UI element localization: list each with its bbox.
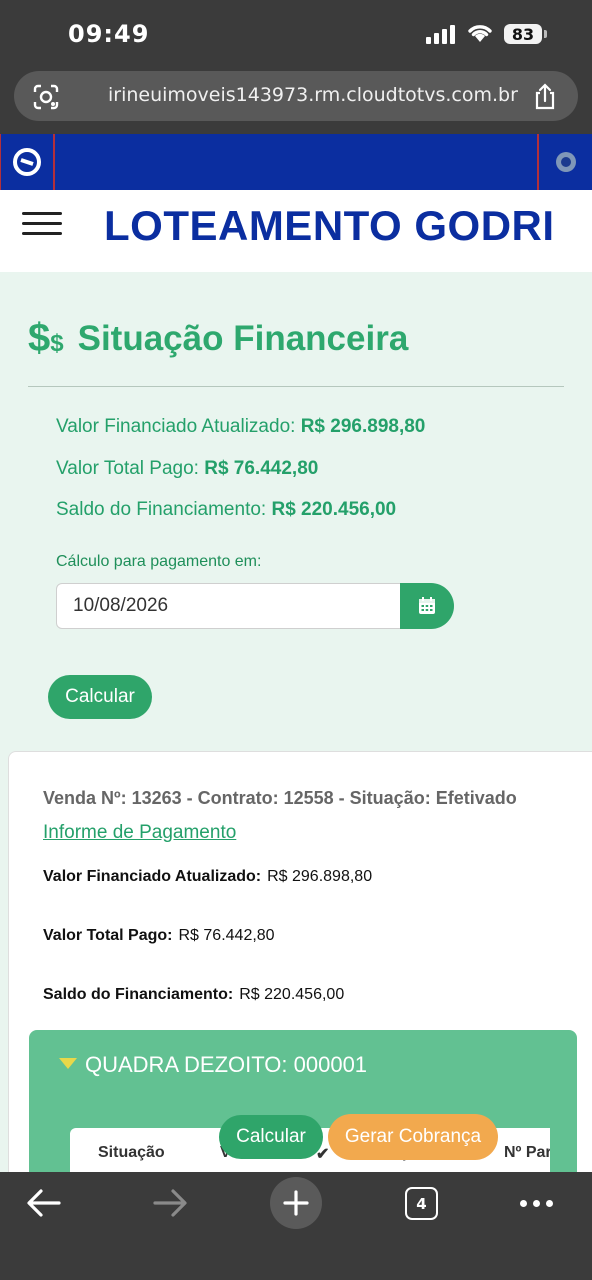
detail-financed-value: Valor Financiado Atualizado: R$ 296.898,8… (43, 868, 373, 885)
address-bar[interactable]: irineuimoveis143973.rm.cloudtotvs.com.br (14, 71, 578, 121)
cellular-signal-icon (426, 24, 455, 44)
browser-address-area: irineuimoveis143973.rm.cloudtotvs.com.br (0, 68, 592, 134)
app-title-bar: LOTEAMENTO GODRI (0, 190, 592, 272)
detail-balance: Saldo do Financiamento: R$ 220.456,00 (43, 986, 345, 1003)
summary-total-paid: Valor Total Pago: R$ 76.442,80 (56, 458, 319, 479)
totvs-logo-button[interactable] (0, 134, 55, 190)
back-arrow-icon[interactable] (26, 1188, 62, 1218)
more-options-icon[interactable] (520, 1200, 553, 1207)
wifi-icon (468, 25, 492, 42)
summary-financed-value: Valor Financiado Atualizado: R$ 296.898,… (56, 416, 426, 437)
quadra-title: QUADRA DEZOITO: 000001 (85, 1052, 368, 1077)
section-title: Situação Financeira (77, 318, 409, 358)
url-text[interactable]: irineuimoveis143973.rm.cloudtotvs.com.br (108, 84, 518, 106)
calendar-button[interactable] (400, 583, 454, 629)
hamburger-menu-icon[interactable] (22, 212, 62, 242)
status-bar: 09:49 83 (0, 0, 592, 68)
calc-date-label: Cálculo para pagamento em: (56, 553, 262, 570)
status-time: 09:49 (68, 20, 150, 48)
financial-section-header: $$ Situação Financeira (28, 316, 408, 361)
payment-info-link[interactable]: Informe de Pagamento (43, 822, 236, 844)
user-profile-button[interactable] (537, 134, 592, 190)
calendar-icon (419, 597, 435, 614)
new-tab-button[interactable] (270, 1177, 322, 1229)
expand-triangle-icon[interactable] (59, 1058, 77, 1069)
app-top-bar (0, 134, 592, 190)
tabs-button[interactable]: 4 (405, 1187, 438, 1220)
forward-arrow-icon[interactable] (152, 1188, 188, 1218)
share-icon[interactable] (532, 83, 558, 111)
contract-header: Venda Nº: 13263 - Contrato: 12558 - Situ… (43, 788, 517, 808)
user-avatar-icon (555, 152, 576, 172)
money-icon: $$ (28, 316, 64, 360)
app-title: LOTEAMENTO GODRI (104, 202, 555, 249)
payment-date-input[interactable] (56, 583, 402, 629)
summary-balance: Saldo do Financiamento: R$ 220.456,00 (56, 499, 397, 520)
divider (28, 386, 564, 387)
column-situacao: Situação (98, 1144, 165, 1161)
battery-indicator: 83 (504, 24, 547, 44)
column-numero-parcela: Nº Par (504, 1144, 550, 1161)
floating-calculate-button[interactable]: Calcular (219, 1115, 323, 1159)
generate-charge-button[interactable]: Gerar Cobrança (328, 1114, 498, 1160)
plus-icon (283, 1190, 309, 1216)
detail-total-paid: Valor Total Pago: R$ 76.442,80 (43, 927, 275, 944)
google-lens-icon[interactable] (32, 83, 60, 111)
totvs-logo-icon (13, 148, 41, 176)
browser-toolbar: 4 (0, 1172, 592, 1280)
calculate-button[interactable]: Calcular (48, 675, 152, 719)
